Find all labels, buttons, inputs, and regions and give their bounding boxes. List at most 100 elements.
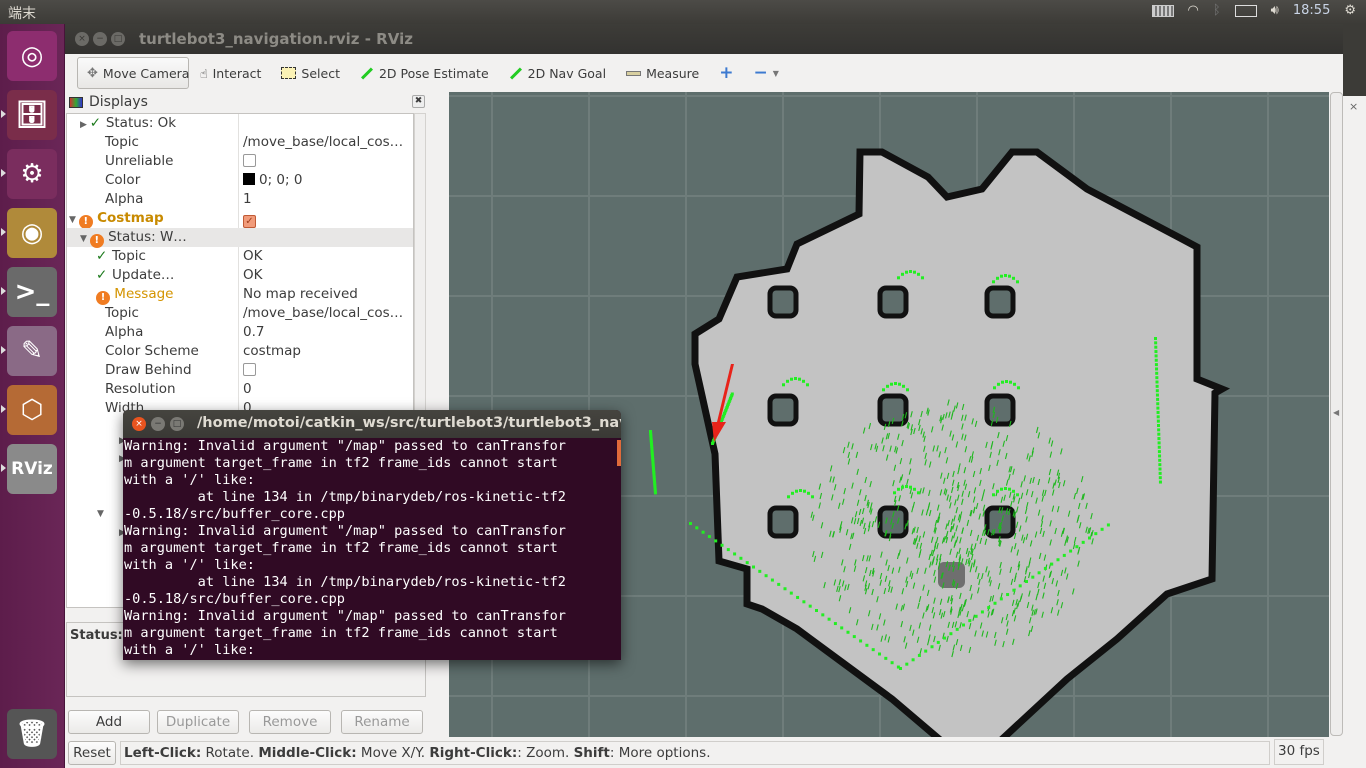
tree-row[interactable]: Draw Behind [67,361,413,380]
tool-toolbar: ✥ Move Camera ☝ Interact Select 2D Pose … [65,54,1343,92]
remove-tool-button[interactable]: − ▼ [744,57,787,89]
bluetooth-icon[interactable]: ᛒ [1213,3,1221,18]
move-camera-tool[interactable]: ✥ Move Camera [77,57,189,89]
tree-row[interactable]: Resolution 0 [67,380,413,399]
launcher-files[interactable]: 🗄 [1,90,57,140]
property-value[interactable]: 1 [243,190,252,209]
background-window-panel: × [1343,96,1366,768]
remove-display-button[interactable]: Remove [249,710,331,734]
close-icon[interactable]: × [1349,100,1358,113]
checkbox[interactable] [243,363,256,376]
launcher-package-app[interactable]: ⬡ [1,385,57,435]
scan-point [1156,397,1160,401]
property-name: Topic [105,304,139,323]
property-value[interactable] [243,361,256,380]
window-titlebar[interactable]: × − □ turtlebot3_navigation.rviz - RViz [65,24,1343,54]
tree-row[interactable]: Topic/move_base/local_cos… [67,133,413,152]
pillar-obstacle [877,285,909,319]
checkbox[interactable] [243,154,256,167]
add-display-button[interactable]: Add [68,710,150,734]
launcher-terminal[interactable]: >_ [1,267,57,317]
top-panel: 端末 ◠ ᛒ 🔊︎ 18:55 ⚙ [0,0,1366,24]
pose-estimate-tool[interactable]: 2D Pose Estimate [351,57,498,89]
property-value[interactable]: 0.7 [243,323,264,342]
measure-tool[interactable]: Measure [617,57,708,89]
launcher-rviz[interactable]: RViz [1,444,57,494]
value-text: 1 [243,191,252,207]
running-indicator [1,464,6,472]
tree-row[interactable]: Unreliable [67,152,413,171]
terminal-close-icon[interactable]: × [132,417,146,431]
scan-point [1094,532,1098,536]
property-value[interactable]: OK [243,266,262,285]
scan-point [968,619,972,623]
property-value[interactable]: /move_base/local_cos… [243,133,403,152]
property-value[interactable]: OK [243,247,262,266]
tree-row[interactable]: ! Message No map received [67,285,413,305]
reset-button[interactable]: Reset [68,741,116,765]
scan-point [943,636,947,640]
power-gear-icon[interactable]: ⚙ [1344,3,1356,18]
add-tool-button[interactable]: + [710,57,742,89]
volume-icon[interactable]: 🔊︎ [1271,3,1279,18]
close-panel-icon[interactable]: ✖ [412,95,425,108]
tree-row[interactable]: Color Scheme costmap [67,342,413,361]
property-key: Alpha [105,191,144,207]
tree-row[interactable]: ▶ ✓ Status: Ok [67,114,413,133]
launcher-trash[interactable]: 🗑 [7,709,57,759]
launcher-text-editor[interactable]: ✎ [1,326,57,376]
tree-row[interactable]: Alpha 1 [67,190,413,209]
launcher-ubuntu-dash[interactable]: ◎ [7,31,57,81]
keyboard-icon[interactable] [1151,4,1174,17]
tree-row[interactable]: ▼ ! Status: W… [67,228,413,248]
tree-row[interactable]: ▼ ! Costmap ✓ [67,209,413,229]
tree-row[interactable]: ✓ Update… OK [67,266,413,285]
tree-row[interactable]: Alpha 0.7 [67,323,413,342]
clock[interactable]: 18:55 [1293,3,1330,18]
collapse-arrow-icon[interactable]: ▼ [80,234,90,244]
color-swatch[interactable] [243,173,255,185]
tree-row[interactable]: Topic/move_base/local_cos… [67,304,413,323]
tree-row[interactable]: Color 0; 0; 0 [67,171,413,190]
duplicate-display-button[interactable]: Duplicate [157,710,239,734]
scan-point [1156,419,1160,423]
terminal-line: -0.5.18/src/buffer_core.cpp [124,506,345,522]
property-value[interactable]: 0; 0; 0 [243,171,302,190]
ubuntu-dash-icon: ◎ [20,41,44,71]
launcher-system-settings[interactable]: ⚙ [1,149,57,199]
terminal-scrollbar[interactable] [617,440,621,466]
launcher-chrome[interactable]: ◉ [1,208,57,258]
rename-display-button[interactable]: Rename [341,710,423,734]
scan-point [886,384,889,388]
close-window-icon[interactable]: × [75,32,89,46]
viewport-side-collapse-bar[interactable]: ◀ [1330,92,1343,736]
terminal-titlebar[interactable]: × − □ /home/motoi/catkin_ws/src/turtlebo… [123,410,621,438]
property-value[interactable]: costmap [243,342,301,361]
nav-goal-tool[interactable]: 2D Nav Goal [500,57,615,89]
expand-arrow-icon[interactable]: ▶ [80,120,90,130]
battery-icon[interactable] [1234,4,1257,17]
tree-row[interactable]: ✓ Topic OK [67,247,413,266]
property-value[interactable]: No map received [243,285,358,304]
checkbox[interactable]: ✓ [243,215,256,228]
minimize-window-icon[interactable]: − [93,32,107,46]
tree-expand-arrow-icon[interactable]: ▼ [97,509,104,519]
scan-point [1008,274,1011,278]
property-value[interactable]: ✓ [243,209,256,228]
terminal-maximize-icon[interactable]: □ [170,417,184,431]
terminal-output[interactable]: Warning: Invalid argument "/map" passed … [124,438,614,660]
interact-tool[interactable]: ☝ Interact [191,57,270,89]
select-tool[interactable]: Select [272,57,349,89]
select-rectangle-icon [281,67,297,79]
hint-key: Shift [573,745,610,761]
mouse-hint: Left-Click: Rotate. Middle-Click: Move X… [120,741,1270,765]
maximize-window-icon[interactable]: □ [111,32,125,46]
property-value[interactable] [243,152,256,171]
wifi-icon[interactable]: ◠ [1188,3,1199,18]
property-value[interactable]: 0 [243,380,252,399]
scan-point [1156,415,1160,419]
property-value[interactable]: /move_base/local_cos… [243,304,403,323]
terminal-window[interactable]: × − □ /home/motoi/catkin_ws/src/turtlebo… [123,410,621,660]
terminal-minimize-icon[interactable]: − [151,417,165,431]
collapse-arrow-icon[interactable]: ▼ [69,215,79,225]
